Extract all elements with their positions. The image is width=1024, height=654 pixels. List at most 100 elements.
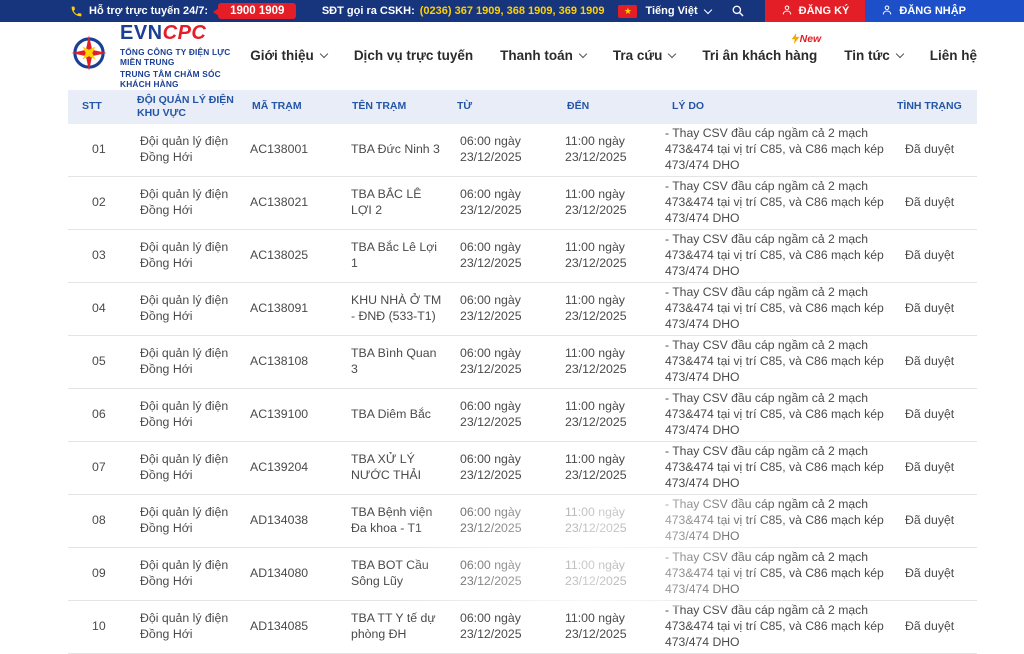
nav-lien-he[interactable]: Liên hệ: [930, 48, 977, 63]
company-line2: TRUNG TÂM CHĂM SÓC KHÁCH HÀNG: [120, 69, 250, 89]
cell-station: TBA XỬ LÝ NƯỚC THẢI: [340, 452, 445, 484]
cell-from: 06:00 ngày 23/12/2025: [445, 240, 555, 272]
cell-code: AC138021: [240, 195, 340, 211]
table-row: 05 Đội quản lý điện Đồng Hới AC138108 TB…: [68, 336, 977, 389]
cell-team: Đội quản lý điện Đồng Hới: [125, 134, 240, 166]
chevron-down-icon: [320, 49, 328, 57]
cell-station: TBA Bắc Lê Lợi 1: [340, 240, 445, 272]
cell-to: 11:00 ngày 23/12/2025: [555, 293, 660, 325]
cell-code: AC138001: [240, 142, 340, 158]
cell-stt: 09: [68, 566, 125, 582]
chevron-down-icon: [668, 49, 676, 57]
cell-status: Đã duyệt: [885, 407, 977, 423]
table-row: 02 Đội quản lý điện Đồng Hới AC138021 TB…: [68, 177, 977, 230]
cell-from: 06:00 ngày 23/12/2025: [445, 505, 555, 537]
cell-to: 11:00 ngày 23/12/2025: [555, 187, 660, 219]
table-header-row: STT ĐỘI QUẢN LÝ ĐIỆN KHU VỰC MÃ TRẠM TÊN…: [68, 90, 977, 124]
cell-station: TBA Bình Quan 3: [340, 346, 445, 378]
col-header-from: TỪ: [445, 100, 555, 113]
cell-team: Đội quản lý điện Đồng Hới: [125, 187, 240, 219]
cell-status: Đã duyệt: [885, 301, 977, 317]
brand-evn: EVN: [120, 22, 163, 44]
cskh-numbers: (0236) 367 1909, 368 1909, 369 1909: [420, 5, 605, 17]
cell-from: 06:00 ngày 23/12/2025: [445, 187, 555, 219]
nav-tra-cuu[interactable]: Tra cứu: [613, 48, 676, 63]
cell-team: Đội quản lý điện Đồng Hới: [125, 399, 240, 431]
cell-code: AC139204: [240, 460, 340, 476]
cell-to: 11:00 ngày 23/12/2025: [555, 134, 660, 166]
hotline-number-badge[interactable]: 1900 1909: [218, 3, 296, 19]
cell-reason: - Thay CSV đầu cáp ngầm cả 2 mạch 473&47…: [660, 285, 885, 333]
cell-code: AC139100: [240, 407, 340, 423]
cell-to: 11:00 ngày 23/12/2025: [555, 505, 660, 537]
cell-stt: 04: [68, 301, 125, 317]
user-icon: [881, 4, 893, 19]
cell-station: KHU NHÀ Ở TM - ĐNĐ (533-T1): [340, 293, 445, 325]
vietnam-flag-icon: ★: [618, 5, 637, 18]
outage-table: STT ĐỘI QUẢN LÝ ĐIỆN KHU VỰC MÃ TRẠM TÊN…: [68, 90, 977, 654]
cell-status: Đã duyệt: [885, 460, 977, 476]
cell-stt: 07: [68, 460, 125, 476]
nav-gioi-thieu[interactable]: Giới thiệu: [250, 48, 327, 63]
cell-from: 06:00 ngày 23/12/2025: [445, 611, 555, 643]
new-badge-label: New: [800, 33, 822, 45]
table-row: 08 Đội quản lý điện Đồng Hới AD134038 TB…: [68, 495, 977, 548]
cell-team: Đội quản lý điện Đồng Hới: [125, 240, 240, 272]
cell-stt: 01: [68, 142, 125, 158]
cell-stt: 03: [68, 248, 125, 264]
cell-status: Đã duyệt: [885, 619, 977, 635]
cell-code: AC138091: [240, 301, 340, 317]
cell-from: 06:00 ngày 23/12/2025: [445, 346, 555, 378]
cell-station: TBA BOT Cầu Sông Lũy: [340, 558, 445, 590]
table-row: 10 Đội quản lý điện Đồng Hới AD134085 TB…: [68, 601, 977, 654]
chevron-down-icon: [579, 49, 587, 57]
cell-team: Đội quản lý điện Đồng Hới: [125, 558, 240, 590]
cell-team: Đội quản lý điện Đồng Hới: [125, 346, 240, 378]
table-row: 03 Đội quản lý điện Đồng Hới AC138025 TB…: [68, 230, 977, 283]
cell-reason: - Thay CSV đầu cáp ngầm cả 2 mạch 473&47…: [660, 497, 885, 545]
user-icon: [781, 4, 793, 19]
evncpc-logo[interactable]: EVNCPC TỔNG CÔNG TY ĐIỆN LỰC MIỀN TRUNG …: [66, 22, 250, 89]
table-row: 09 Đội quản lý điện Đồng Hới AD134080 TB…: [68, 548, 977, 601]
col-header-status: TÌNH TRẠNG: [885, 100, 977, 113]
cell-reason: - Thay CSV đầu cáp ngầm cả 2 mạch 473&47…: [660, 444, 885, 492]
cell-reason: - Thay CSV đầu cáp ngầm cả 2 mạch 473&47…: [660, 232, 885, 280]
register-button[interactable]: ĐĂNG KÝ: [765, 0, 866, 22]
cell-status: Đã duyệt: [885, 142, 977, 158]
cell-reason: - Thay CSV đầu cáp ngầm cả 2 mạch 473&47…: [660, 338, 885, 386]
cell-status: Đã duyệt: [885, 354, 977, 370]
cell-code: AD134085: [240, 619, 340, 635]
cell-to: 11:00 ngày 23/12/2025: [555, 452, 660, 484]
col-header-reason: LÝ DO: [660, 100, 885, 113]
topbar: Hỗ trợ trực tuyến 24/7: 1900 1909 SĐT gọ…: [0, 0, 1024, 22]
company-line1: TỔNG CÔNG TY ĐIỆN LỰC MIỀN TRUNG: [120, 47, 250, 67]
cell-code: AD134038: [240, 513, 340, 529]
cell-status: Đã duyệt: [885, 248, 977, 264]
nav-tin-tuc[interactable]: Tin tức: [844, 48, 903, 63]
cell-code: AD134080: [240, 566, 340, 582]
col-header-code: MÃ TRẠM: [240, 100, 340, 113]
nav-label: Dịch vụ trực tuyến: [354, 48, 473, 63]
cell-status: Đã duyệt: [885, 195, 977, 211]
col-header-stt: STT: [68, 100, 125, 113]
language-label: Tiếng Việt: [645, 5, 697, 17]
cell-code: AC138108: [240, 354, 340, 370]
cell-status: Đã duyệt: [885, 513, 977, 529]
site-header: EVNCPC TỔNG CÔNG TY ĐIỆN LỰC MIỀN TRUNG …: [0, 22, 1024, 88]
cell-station: TBA Bệnh viện Đa khoa - T1: [340, 505, 445, 537]
nav-thanh-toan[interactable]: Thanh toán: [500, 48, 586, 63]
chevron-down-icon: [703, 5, 711, 13]
nav-dich-vu-truc-tuyen[interactable]: Dịch vụ trực tuyến: [354, 48, 473, 63]
cell-team: Đội quản lý điện Đồng Hới: [125, 611, 240, 643]
search-icon[interactable]: [731, 4, 745, 18]
cell-stt: 06: [68, 407, 125, 423]
language-selector[interactable]: Tiếng Việt: [645, 5, 710, 17]
cell-station: TBA Diêm Bắc: [340, 407, 445, 423]
table-body: 01 Đội quản lý điện Đồng Hới AC138001 TB…: [68, 124, 977, 654]
login-button[interactable]: ĐĂNG NHẬP: [865, 0, 1024, 22]
cell-team: Đội quản lý điện Đồng Hới: [125, 452, 240, 484]
phone-icon: [70, 5, 83, 18]
nav-tri-an-khach-hang[interactable]: Tri ân khách hàng New: [702, 48, 817, 63]
cell-station: TBA TT Y tế dự phòng ĐH: [340, 611, 445, 643]
col-header-to: ĐẾN: [555, 100, 660, 113]
